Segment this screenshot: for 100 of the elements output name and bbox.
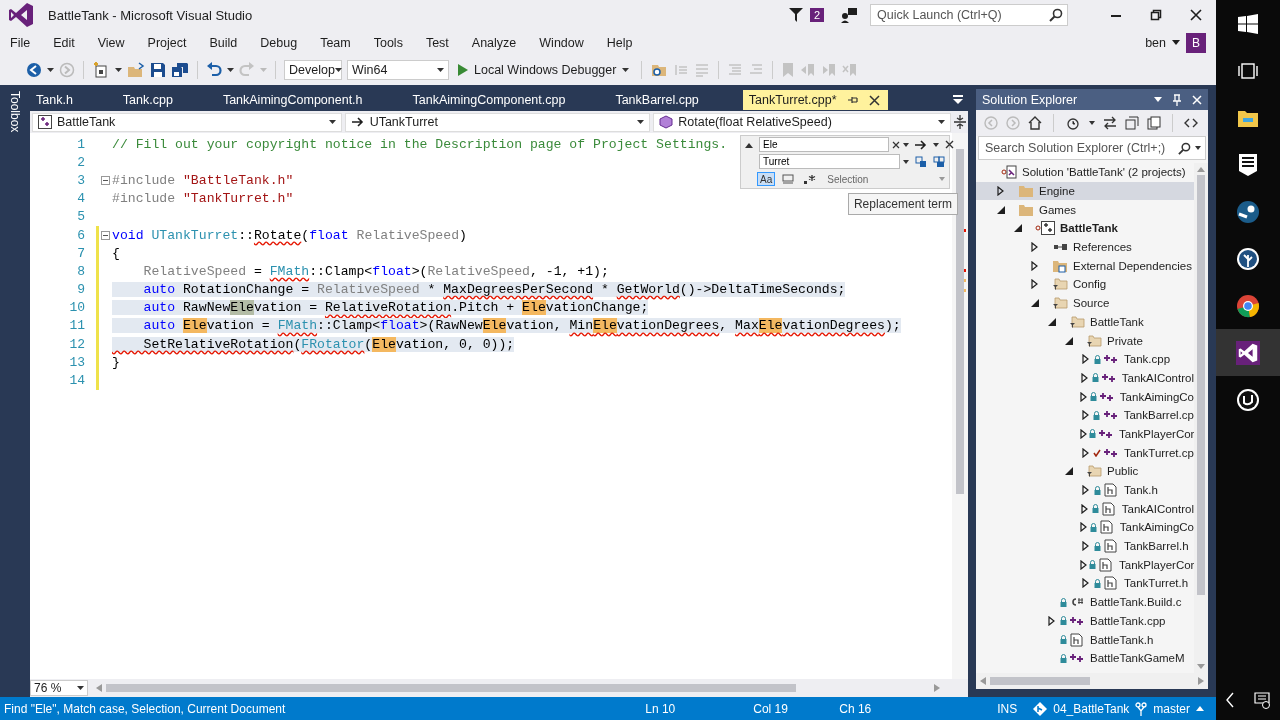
caret-icon[interactable] bbox=[1154, 97, 1162, 102]
collapsed-icon[interactable] bbox=[1080, 391, 1088, 402]
back-icon[interactable] bbox=[26, 62, 42, 78]
find-next-icon[interactable] bbox=[915, 139, 927, 150]
tree-item[interactable]: TankAimingCo bbox=[976, 518, 1194, 537]
feedback-icon[interactable] bbox=[840, 7, 858, 23]
menu-item[interactable]: Team bbox=[320, 35, 351, 50]
menu-item[interactable]: Project bbox=[147, 35, 187, 50]
menu-item[interactable]: Edit bbox=[53, 35, 75, 50]
tree-item[interactable]: TankBarrel.cp bbox=[976, 405, 1194, 425]
configuration-dropdown[interactable]: Develop bbox=[284, 60, 342, 80]
restore-icon[interactable] bbox=[1150, 9, 1162, 21]
close-icon[interactable] bbox=[868, 94, 880, 106]
save-all-icon[interactable] bbox=[171, 62, 189, 78]
tree-item[interactable]: Public bbox=[976, 462, 1194, 481]
expanded-icon[interactable] bbox=[996, 205, 1005, 214]
tree-item[interactable]: TankBarrel.h bbox=[976, 536, 1194, 556]
caret-icon[interactable] bbox=[227, 68, 234, 72]
tab-list-icon[interactable] bbox=[952, 95, 964, 105]
user-name[interactable]: ben bbox=[1145, 35, 1166, 50]
sync-icon[interactable] bbox=[1103, 116, 1117, 130]
zoom-dropdown[interactable]: 76 % bbox=[30, 680, 88, 696]
collapsed-icon[interactable] bbox=[1081, 410, 1089, 421]
tree-item[interactable]: Config bbox=[976, 275, 1194, 294]
user-avatar[interactable]: B bbox=[1186, 32, 1206, 53]
new-project-icon[interactable] bbox=[92, 61, 110, 79]
menu-item[interactable]: Analyze bbox=[471, 35, 517, 50]
branch-icon[interactable] bbox=[1135, 701, 1148, 716]
pending-changes-icon[interactable] bbox=[1065, 116, 1081, 130]
menu-item[interactable]: Debug bbox=[260, 35, 298, 50]
tree-item[interactable]: References bbox=[976, 237, 1194, 257]
chevron-left-icon[interactable] bbox=[1225, 692, 1235, 708]
collapse-icon[interactable] bbox=[101, 230, 110, 240]
repository-icon[interactable] bbox=[1033, 701, 1048, 716]
tree-item[interactable]: TankPlayerCor bbox=[976, 555, 1194, 575]
expanded-icon[interactable] bbox=[1064, 467, 1073, 476]
tree-item[interactable]: Engine bbox=[976, 181, 1194, 201]
caret-icon[interactable] bbox=[115, 68, 122, 72]
collapsed-icon[interactable] bbox=[997, 186, 1004, 197]
quick-launch-field[interactable]: Quick Launch (Ctrl+Q) bbox=[870, 4, 1068, 26]
tree-item[interactable]: Source bbox=[976, 293, 1194, 313]
tree-item[interactable]: BattleTank.h bbox=[976, 630, 1194, 649]
collapse-all-icon[interactable] bbox=[1125, 116, 1139, 130]
undo-icon[interactable] bbox=[206, 62, 222, 78]
tree-item[interactable]: BattleTank bbox=[976, 312, 1194, 332]
tree-item[interactable]: Games bbox=[976, 200, 1194, 220]
expanded-icon[interactable] bbox=[1013, 224, 1022, 233]
tree-item[interactable]: Tank.cpp bbox=[976, 349, 1194, 369]
menu-item[interactable]: Test bbox=[425, 35, 449, 50]
repository-name[interactable]: 04_BattleTank bbox=[1053, 701, 1130, 716]
search-scope-dropdown[interactable]: Selection bbox=[827, 173, 869, 185]
document-tab[interactable]: Tank.cpp bbox=[116, 90, 217, 110]
branch-name[interactable]: master bbox=[1153, 701, 1190, 716]
document-tab[interactable]: TankBarrel.cpp bbox=[609, 90, 743, 110]
caret-icon[interactable] bbox=[933, 142, 939, 147]
home-icon[interactable] bbox=[1028, 116, 1042, 130]
collapsed-icon[interactable] bbox=[1081, 372, 1089, 383]
show-all-files-icon[interactable] bbox=[1147, 116, 1161, 130]
collapsed-icon[interactable] bbox=[1082, 541, 1089, 552]
pin-icon[interactable] bbox=[846, 94, 859, 106]
tree-item[interactable]: TankAimingCo bbox=[976, 387, 1194, 406]
collapsed-icon[interactable] bbox=[1081, 503, 1089, 514]
toolbox-tab[interactable]: Toolbox bbox=[8, 89, 22, 133]
caret-icon[interactable] bbox=[1089, 121, 1095, 125]
vertical-scrollbar[interactable] bbox=[952, 133, 968, 679]
save-icon[interactable] bbox=[150, 62, 166, 78]
tree-item[interactable]: BattleTank.Build.c bbox=[976, 592, 1194, 612]
document-tab[interactable]: TankAimingComponent.cpp bbox=[406, 90, 610, 110]
menu-item[interactable]: Window bbox=[539, 35, 584, 50]
platform-dropdown[interactable]: Win64 bbox=[347, 60, 449, 80]
menu-item[interactable]: File bbox=[10, 35, 31, 50]
replace-next-icon[interactable] bbox=[915, 155, 927, 168]
clear-icon[interactable] bbox=[892, 140, 900, 149]
open-folder-icon[interactable] bbox=[127, 62, 145, 78]
collapsed-icon[interactable] bbox=[1048, 615, 1055, 626]
menu-item[interactable]: View bbox=[97, 35, 125, 50]
tree-item[interactable]: TankPlayerCor bbox=[976, 424, 1194, 444]
collapsed-icon[interactable] bbox=[1031, 242, 1038, 253]
tree-item[interactable]: BattleTankGameM bbox=[976, 648, 1194, 668]
collapse-caret-icon[interactable] bbox=[745, 141, 753, 148]
navigation-dropdown[interactable]: UTankTurret bbox=[344, 112, 651, 132]
navigation-dropdown[interactable]: BattleTank bbox=[32, 112, 342, 132]
taskbar-button[interactable] bbox=[1216, 329, 1280, 376]
collapsed-icon[interactable] bbox=[1031, 279, 1038, 290]
code-view-icon[interactable] bbox=[1184, 117, 1198, 129]
expanded-icon[interactable] bbox=[1030, 299, 1039, 308]
split-icon[interactable] bbox=[954, 115, 966, 129]
menu-item[interactable]: Tools bbox=[373, 35, 403, 50]
replace-all-icon[interactable] bbox=[933, 155, 945, 168]
collapsed-icon[interactable] bbox=[1082, 578, 1089, 589]
tree-item[interactable]: BattleTank.cpp bbox=[976, 611, 1194, 631]
tree-item[interactable]: External Dependencies bbox=[976, 256, 1194, 276]
tree-item[interactable]: Solution 'BattleTank' (2 projects) bbox=[976, 163, 1194, 182]
caret-up-icon[interactable] bbox=[1196, 706, 1204, 711]
collapsed-icon[interactable] bbox=[1082, 485, 1089, 496]
tree-item[interactable]: Private bbox=[976, 331, 1194, 350]
find-field[interactable]: Ele bbox=[759, 137, 889, 152]
expanded-icon[interactable] bbox=[1047, 317, 1056, 326]
document-tab[interactable]: Tank.h bbox=[30, 90, 117, 110]
expanded-icon[interactable] bbox=[1064, 336, 1073, 345]
